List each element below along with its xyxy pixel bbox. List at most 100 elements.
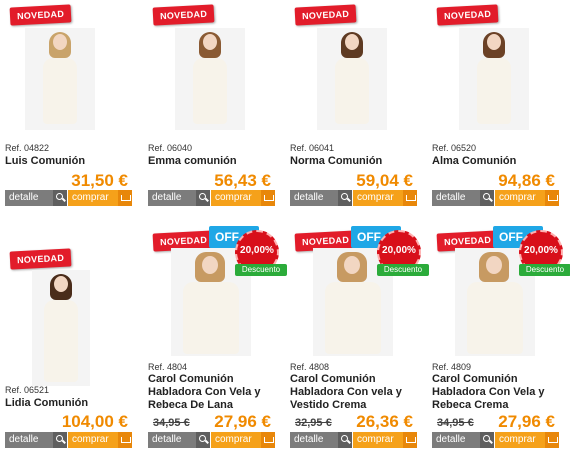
- buy-button[interactable]: comprar: [211, 190, 275, 206]
- product-image[interactable]: [32, 270, 90, 386]
- new-badge: NOVEDAD: [436, 4, 499, 26]
- search-icon: [338, 432, 352, 448]
- doll-outfit: [335, 58, 369, 124]
- product-name[interactable]: Carol Comunión Habladora Con Vela y Rebe…: [432, 373, 568, 412]
- new-badge: NOVEDAD: [9, 4, 72, 26]
- doll-face: [203, 34, 217, 50]
- detail-label: detalle: [152, 434, 182, 445]
- detail-label: detalle: [436, 434, 466, 445]
- detail-label: detalle: [294, 192, 324, 203]
- product-price: 26,36 €: [356, 412, 413, 431]
- search-icon: [53, 432, 67, 448]
- product-image[interactable]: [459, 28, 529, 130]
- product-name[interactable]: Lidia Comunión: [5, 397, 141, 410]
- buy-button[interactable]: comprar: [495, 190, 559, 206]
- detail-label: detalle: [294, 434, 324, 445]
- product-actions: detalle comprar: [432, 190, 559, 206]
- doll-face: [54, 276, 68, 292]
- product-price: 104,00 €: [61, 412, 128, 431]
- product-actions: detalle comprar: [148, 432, 275, 448]
- discount-label: Descuento: [519, 264, 570, 276]
- product-ref: Ref. 04822: [5, 143, 50, 153]
- detail-button[interactable]: detalle: [432, 190, 494, 206]
- buy-label: comprar: [357, 434, 394, 445]
- cart-icon: [403, 432, 417, 448]
- buy-button[interactable]: comprar: [353, 432, 417, 448]
- detail-label: detalle: [152, 192, 182, 203]
- buy-label: comprar: [499, 434, 536, 445]
- doll-face: [202, 256, 218, 274]
- cart-icon: [118, 432, 132, 448]
- doll-outfit: [43, 58, 77, 124]
- doll-outfit: [183, 282, 239, 354]
- doll-face: [344, 256, 360, 274]
- product-card: NOVEDAD Ref. 06520 Alma Comunión 94,86 €…: [427, 0, 570, 226]
- buy-button[interactable]: comprar: [68, 190, 132, 206]
- old-price: 34,95 €: [153, 417, 190, 429]
- search-icon: [338, 190, 352, 206]
- search-icon: [480, 432, 494, 448]
- doll-face: [487, 34, 501, 50]
- doll-face: [345, 34, 359, 50]
- new-badge: NOVEDAD: [294, 4, 357, 26]
- search-icon: [196, 190, 210, 206]
- search-icon: [53, 190, 67, 206]
- product-card: NOVEDAD OFF 20,00% Descuento Ref. 4809 C…: [427, 226, 570, 452]
- doll-face: [53, 34, 67, 50]
- buy-button[interactable]: comprar: [68, 432, 132, 448]
- doll-outfit: [467, 282, 523, 354]
- product-price: 27,96 €: [498, 412, 555, 431]
- product-image[interactable]: [175, 28, 245, 130]
- cart-icon: [118, 190, 132, 206]
- detail-button[interactable]: detalle: [148, 432, 210, 448]
- cart-icon: [545, 432, 559, 448]
- product-grid: NOVEDAD Ref. 04822 Luis Comunión 31,50 €…: [0, 0, 570, 452]
- cart-icon: [545, 190, 559, 206]
- product-actions: detalle comprar: [290, 190, 417, 206]
- cart-icon: [261, 190, 275, 206]
- search-icon: [480, 190, 494, 206]
- product-actions: detalle comprar: [5, 190, 132, 206]
- detail-label: detalle: [436, 192, 466, 203]
- buy-button[interactable]: comprar: [495, 432, 559, 448]
- product-name[interactable]: Emma comunión: [148, 155, 284, 168]
- detail-button[interactable]: detalle: [290, 190, 352, 206]
- product-image[interactable]: [25, 28, 95, 130]
- discount-label: Descuento: [377, 264, 429, 276]
- doll-outfit: [325, 282, 381, 354]
- product-name[interactable]: Norma Comunión: [290, 155, 426, 168]
- buy-button[interactable]: comprar: [211, 432, 275, 448]
- product-actions: detalle comprar: [5, 432, 132, 448]
- detail-button[interactable]: detalle: [5, 432, 67, 448]
- discount-percent: 20,00%: [240, 245, 274, 256]
- product-price: 59,04 €: [356, 171, 413, 190]
- doll-face: [486, 256, 502, 274]
- cart-icon: [403, 190, 417, 206]
- product-name[interactable]: Carol Comunión Habladora Con Vela y Rebe…: [148, 373, 284, 412]
- detail-button[interactable]: detalle: [432, 432, 494, 448]
- doll-outfit: [44, 300, 78, 382]
- buy-label: comprar: [72, 192, 109, 203]
- buy-button[interactable]: comprar: [353, 190, 417, 206]
- detail-button[interactable]: detalle: [148, 190, 210, 206]
- discount-percent: 20,00%: [524, 245, 558, 256]
- product-name[interactable]: Luis Comunión: [5, 155, 141, 168]
- product-card: NOVEDAD OFF 20,00% Descuento Ref. 4808 C…: [285, 226, 429, 452]
- buy-label: comprar: [215, 434, 252, 445]
- product-price: 94,86 €: [498, 171, 555, 190]
- product-card: NOVEDAD Ref. 06041 Norma Comunión 59,04 …: [285, 0, 428, 226]
- product-ref: Ref. 4804: [148, 362, 188, 372]
- detail-label: detalle: [9, 434, 39, 445]
- product-image[interactable]: [317, 28, 387, 130]
- product-actions: detalle comprar: [290, 432, 417, 448]
- product-actions: detalle comprar: [432, 432, 559, 448]
- product-card: NOVEDAD Ref. 06040 Emma comunión 56,43 €…: [143, 0, 286, 226]
- detail-button[interactable]: detalle: [290, 432, 352, 448]
- product-name[interactable]: Carol Comunión Habladora Con vela y Vest…: [290, 373, 426, 412]
- detail-button[interactable]: detalle: [5, 190, 67, 206]
- product-ref: Ref. 06520: [432, 143, 477, 153]
- product-name[interactable]: Alma Comunión: [432, 155, 568, 168]
- search-icon: [196, 432, 210, 448]
- detail-label: detalle: [9, 192, 39, 203]
- old-price: 34,95 €: [437, 417, 474, 429]
